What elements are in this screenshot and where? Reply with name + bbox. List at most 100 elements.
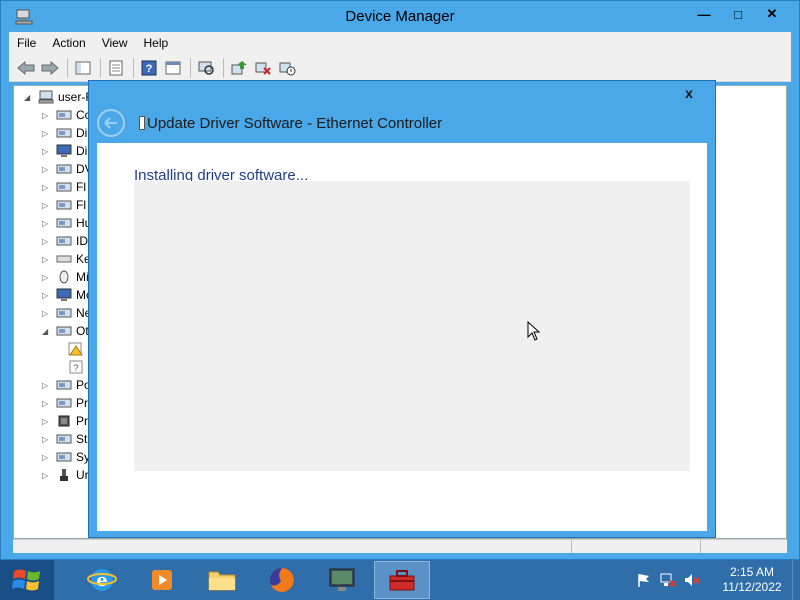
start-button[interactable] <box>0 560 54 600</box>
forward-arrow-icon[interactable] <box>39 57 61 79</box>
usb-controller-icon <box>60 469 68 481</box>
disk-drive-icon <box>56 128 72 138</box>
expand-arrow-icon[interactable]: ▷ <box>42 399 52 408</box>
expand-arrow-icon[interactable]: ▷ <box>42 417 52 426</box>
tree-item[interactable]: ▷ Fl <box>42 196 86 214</box>
clock-date: 11/12/2022 <box>722 580 782 594</box>
network-icon[interactable] <box>658 570 678 590</box>
floppy-controller-icon <box>56 182 72 192</box>
tree-root-computer[interactable]: ◢ user-F <box>24 88 93 106</box>
dialog-title: Update Driver Software - Ethernet Contro… <box>147 114 443 132</box>
expand-arrow-icon[interactable]: ▷ <box>42 309 52 318</box>
tree-item[interactable] <box>64 340 88 358</box>
back-button[interactable] <box>97 109 125 137</box>
expand-arrow-icon[interactable]: ▷ <box>42 273 52 282</box>
tree-item[interactable]: ▷ ID <box>42 232 88 250</box>
collapse-arrow-icon[interactable]: ◢ <box>24 93 34 102</box>
tree-item[interactable]: ▷ DV <box>42 160 93 178</box>
expand-arrow-icon[interactable]: ▷ <box>42 147 52 156</box>
help-icon[interactable]: ? <box>138 57 160 79</box>
tree-item-label: Ot <box>76 324 89 338</box>
expand-arrow-icon[interactable]: ▷ <box>42 255 52 264</box>
tree-item-label: Di <box>76 144 88 158</box>
system-devices-icon <box>56 452 72 462</box>
taskbar: e 2:15 AM 11/12/2022 <box>0 560 800 600</box>
expand-arrow-icon[interactable]: ▷ <box>42 291 52 300</box>
menu-view[interactable]: View <box>94 36 136 50</box>
toolbox-icon[interactable] <box>374 561 430 599</box>
expand-arrow-icon[interactable]: ▷ <box>42 219 52 228</box>
tree-item[interactable]: ▷ Hu <box>42 214 91 232</box>
update-driver-icon[interactable] <box>228 57 250 79</box>
tree-item[interactable]: ▷ Co <box>42 106 91 124</box>
system-tray: 2:15 AM 11/12/2022 <box>634 560 800 600</box>
expand-arrow-icon[interactable]: ▷ <box>42 165 52 174</box>
menu-action[interactable]: Action <box>44 36 93 50</box>
internet-explorer-icon[interactable]: e <box>74 561 130 599</box>
tree-item[interactable]: ▷ St <box>42 430 87 448</box>
show-hide-tree-icon[interactable] <box>72 57 94 79</box>
firefox-icon[interactable] <box>254 561 310 599</box>
expand-arrow-icon[interactable]: ▷ <box>42 471 52 480</box>
tree-item[interactable]: ▷ Mo <box>42 286 93 304</box>
title-bar[interactable]: Device Manager — □ ✕ <box>1 1 799 32</box>
progress-area <box>134 181 690 471</box>
close-button[interactable]: ✕ <box>755 4 789 24</box>
ports-icon <box>56 380 72 390</box>
collapse-arrow-icon[interactable]: ◢ <box>42 327 52 336</box>
back-arrow-icon <box>104 117 117 129</box>
disable-icon[interactable] <box>276 57 298 79</box>
maximize-button[interactable]: □ <box>721 4 755 24</box>
show-desktop-button[interactable] <box>792 560 800 600</box>
volume-muted-icon[interactable] <box>682 570 702 590</box>
minimize-button[interactable]: — <box>687 4 721 24</box>
properties-icon[interactable] <box>105 57 127 79</box>
tree-item[interactable]: ▷ Pr <box>42 412 88 430</box>
expand-arrow-icon[interactable]: ▷ <box>42 111 52 120</box>
tree-item[interactable]: ▷ Pr <box>42 394 88 412</box>
expand-arrow-icon[interactable]: ▷ <box>42 129 52 138</box>
menu-file[interactable]: File <box>9 36 44 50</box>
tree-item[interactable]: ▷ Di <box>42 124 87 142</box>
clock-time: 2:15 AM <box>729 565 775 579</box>
server-manager-icon[interactable] <box>314 561 370 599</box>
back-arrow-icon[interactable] <box>15 57 37 79</box>
monitor-icon <box>56 288 72 301</box>
file-explorer-icon[interactable] <box>194 561 250 599</box>
svg-text:?: ? <box>73 363 78 373</box>
expand-arrow-icon[interactable]: ▷ <box>42 435 52 444</box>
tree-item[interactable]: ▷ Mi <box>42 268 89 286</box>
tree-item[interactable]: ◢ Ot <box>42 322 89 340</box>
clock[interactable]: 2:15 AM 11/12/2022 <box>712 565 792 595</box>
tree-item[interactable]: ? <box>64 358 88 376</box>
tree-item[interactable]: ▷ Ne <box>42 304 91 322</box>
tree-item[interactable]: ▷ Fl <box>42 178 86 196</box>
scan-hardware-icon[interactable] <box>195 57 217 79</box>
expand-arrow-icon[interactable]: ▷ <box>42 237 52 246</box>
expand-arrow-icon[interactable]: ▷ <box>42 453 52 462</box>
console-icon[interactable] <box>162 57 184 79</box>
tree-item[interactable]: ▷ Di <box>42 142 87 160</box>
network-adapter-icon <box>56 308 72 318</box>
windows-logo-icon <box>12 569 40 591</box>
tree-item-label: Fl <box>76 180 86 194</box>
menu-help[interactable]: Help <box>136 36 177 50</box>
tree-item-label: Pr <box>76 396 88 410</box>
tree-item[interactable]: ▷ Ur <box>42 466 89 484</box>
computer-icon <box>56 110 72 120</box>
processor-icon <box>58 415 70 427</box>
expand-arrow-icon[interactable]: ▷ <box>42 183 52 192</box>
tree-item-label: St <box>76 432 88 446</box>
tree-item[interactable]: ▷ Ke <box>42 250 91 268</box>
expand-arrow-icon[interactable]: ▷ <box>42 381 52 390</box>
media-player-icon[interactable] <box>134 561 190 599</box>
storage-controller-icon <box>56 434 72 444</box>
dialog-header: Update Driver Software - Ethernet Contro… <box>89 103 715 143</box>
dialog-close-button[interactable]: x <box>679 83 699 103</box>
tree-item[interactable]: ▷ Sy <box>42 448 90 466</box>
action-center-flag-icon[interactable] <box>634 570 654 590</box>
mouse-cursor-icon <box>527 321 541 341</box>
uninstall-icon[interactable] <box>252 57 274 79</box>
tree-item[interactable]: ▷ Po <box>42 376 91 394</box>
expand-arrow-icon[interactable]: ▷ <box>42 201 52 210</box>
